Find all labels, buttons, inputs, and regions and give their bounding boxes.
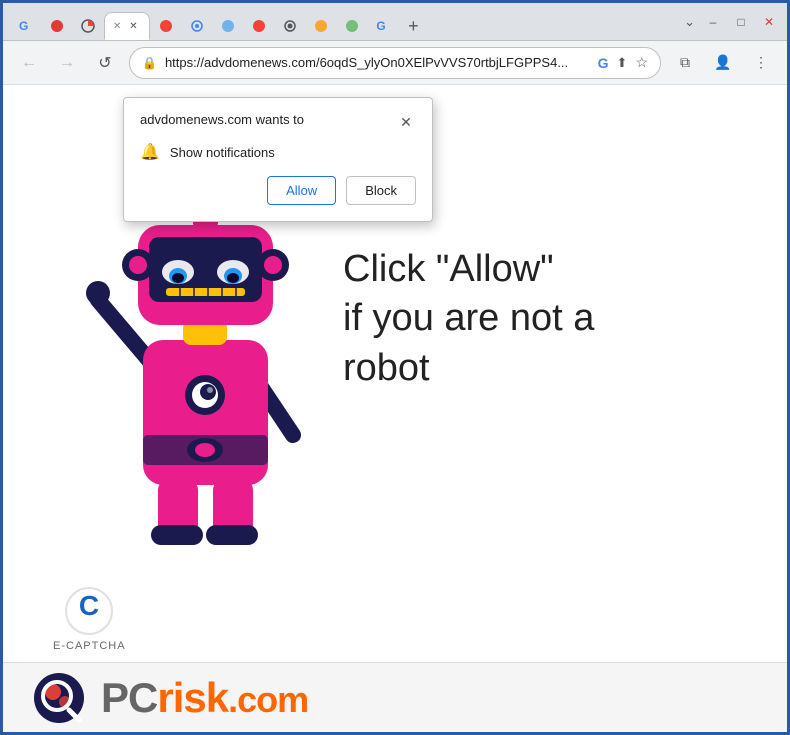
tab-5-favicon [159, 19, 173, 33]
tab-6[interactable] [182, 12, 212, 40]
refresh-icon: ↺ [98, 53, 111, 73]
popup-header: advdomenews.com wants to ✕ [140, 112, 416, 132]
main-text-line2: if you are not a [343, 294, 594, 343]
pcrisk-com: .com [228, 679, 308, 720]
maximize-button[interactable]: □ [731, 12, 751, 32]
tab-10[interactable] [306, 12, 336, 40]
tab-9[interactable] [275, 12, 305, 40]
tab-12-favicon: G [376, 19, 385, 33]
browser-window: G ✕ ✕ [3, 3, 787, 732]
add-tab-button[interactable]: + [399, 12, 427, 40]
popup-close-button[interactable]: ✕ [396, 112, 416, 132]
tab-7[interactable] [213, 12, 243, 40]
tab-11[interactable] [337, 12, 367, 40]
lock-icon: 🔒 [142, 56, 157, 70]
profile-icon: 👤 [714, 54, 731, 71]
tab-12[interactable]: G [368, 12, 398, 40]
bell-icon: 🔔 [140, 142, 160, 162]
popup-buttons: Allow Block [140, 176, 416, 205]
main-text-line1: Click "Allow" [343, 245, 594, 294]
close-button[interactable]: ✕ [759, 12, 779, 32]
page-content: advdomenews.com wants to ✕ 🔔 Show notifi… [3, 85, 787, 732]
tab-1[interactable]: G [11, 12, 41, 40]
refresh-button[interactable]: ↺ [91, 49, 119, 77]
tabs-row: G ✕ ✕ [11, 3, 680, 40]
tab-list-button[interactable]: ⌄ [684, 14, 695, 30]
bookmark-icon[interactable]: ☆ [635, 54, 648, 71]
ecaptcha-widget: C E-CAPTCHA [53, 586, 126, 652]
main-text-line3: robot [343, 344, 594, 393]
tab-4-favicon: ✕ [113, 21, 121, 32]
minimize-button[interactable]: – [703, 12, 723, 32]
tab-5[interactable] [151, 12, 181, 40]
tab-6-favicon [190, 19, 204, 33]
url-bar[interactable]: 🔒 https://advdomenews.com/6oqdS_ylyOn0XE… [129, 47, 661, 79]
tab-11-favicon [345, 19, 359, 33]
pcrisk-pc: PC [101, 674, 157, 721]
back-button[interactable]: ← [15, 49, 43, 77]
notification-popup: advdomenews.com wants to ✕ 🔔 Show notifi… [123, 97, 433, 222]
tab-9-favicon [283, 19, 297, 33]
google-logo-in-url: G [598, 55, 609, 71]
split-view-button[interactable]: ⧉ [671, 49, 699, 77]
forward-icon: → [59, 54, 75, 72]
block-button[interactable]: Block [346, 176, 416, 205]
tab-3[interactable] [73, 12, 103, 40]
allow-button[interactable]: Allow [267, 176, 336, 205]
window-controls: ⌄ – □ ✕ [684, 12, 779, 32]
tab-8[interactable] [244, 12, 274, 40]
menu-icon: ⋮ [754, 54, 768, 71]
pcrisk-logo-icon [33, 672, 85, 724]
tab-10-favicon [314, 19, 328, 33]
ecaptcha-icon: C [64, 586, 114, 636]
url-text: https://advdomenews.com/6oqdS_ylyOn0XElP… [165, 55, 590, 70]
menu-button[interactable]: ⋮ [747, 49, 775, 77]
popup-notification-row: 🔔 Show notifications [140, 142, 416, 162]
tab-2[interactable] [42, 12, 72, 40]
pcrisk-bar: PCrisk.com [3, 662, 787, 732]
tab-7-favicon [221, 19, 235, 33]
back-icon: ← [21, 54, 37, 72]
address-bar: ← → ↺ 🔒 https://advdomenews.com/6oqdS_yl… [3, 41, 787, 85]
pcrisk-risk: risk [157, 674, 228, 721]
tab-3-favicon [81, 19, 95, 33]
profile-button[interactable]: 👤 [709, 49, 737, 77]
tab-1-favicon: G [19, 19, 28, 33]
title-bar: G ✕ ✕ [3, 3, 787, 41]
tab-4-active[interactable]: ✕ ✕ [104, 12, 150, 40]
share-icon[interactable]: ⬆ [617, 55, 628, 71]
tab-4-close[interactable]: ✕ [125, 18, 141, 34]
ecaptcha-label: E-CAPTCHA [53, 640, 126, 652]
forward-button[interactable]: → [53, 49, 81, 77]
notification-text: Show notifications [170, 145, 275, 160]
tab-8-favicon [252, 19, 266, 33]
click-allow-text: Click "Allow" if you are not a robot [343, 245, 594, 393]
svg-text:C: C [79, 590, 99, 621]
split-view-icon: ⧉ [680, 54, 690, 71]
tab-2-favicon [50, 19, 64, 33]
pcrisk-text: PCrisk.com [101, 674, 308, 722]
popup-title: advdomenews.com wants to [140, 112, 304, 127]
